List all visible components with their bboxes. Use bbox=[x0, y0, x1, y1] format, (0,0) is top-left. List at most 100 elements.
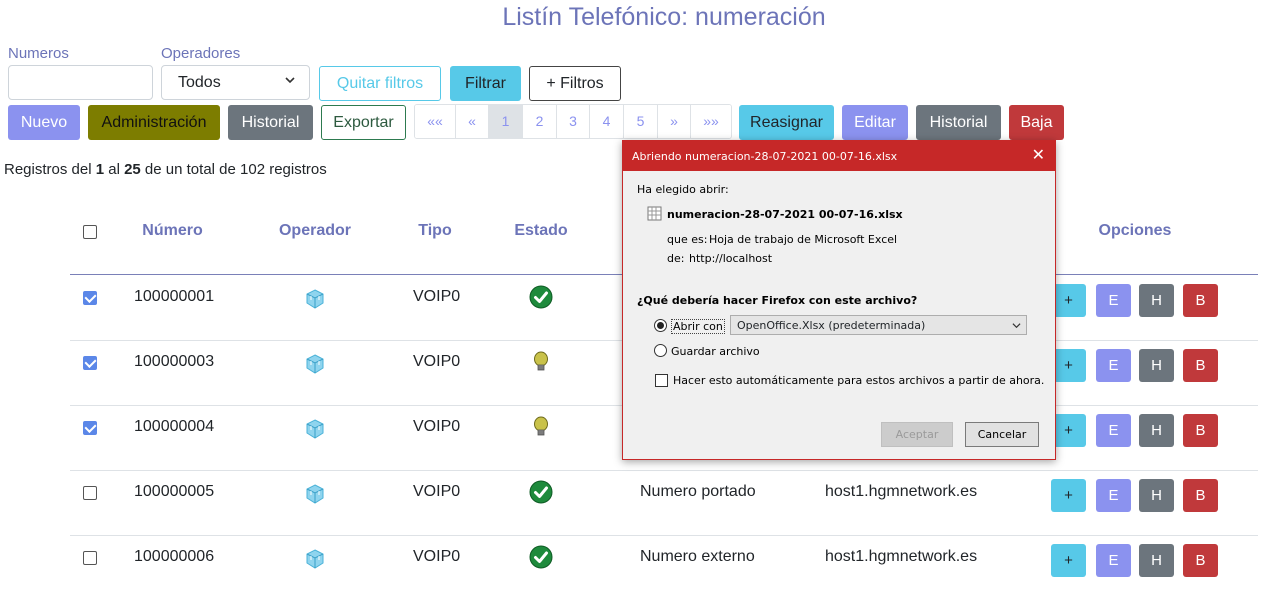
status-pending-bulb-icon bbox=[534, 351, 548, 371]
nuevo-button[interactable]: Nuevo bbox=[8, 105, 80, 140]
page-next[interactable]: » bbox=[658, 105, 691, 138]
header-opciones: Opciones bbox=[1098, 222, 1172, 239]
row-checkbox[interactable] bbox=[83, 356, 97, 370]
page-5[interactable]: 5 bbox=[624, 105, 658, 138]
numeros-input[interactable] bbox=[8, 65, 153, 100]
row-delete-button[interactable]: B bbox=[1183, 479, 1218, 512]
page-first[interactable]: «« bbox=[415, 105, 456, 138]
pagination: «« « 1 2 3 4 5 » »» bbox=[414, 104, 732, 139]
dialog-titlebar: Abriendo numeracion-28-07-2021 00-07-16.… bbox=[623, 141, 1055, 171]
auto-label[interactable]: Hacer esto automáticamente para estos ar… bbox=[673, 374, 1044, 387]
row-add-button[interactable]: + bbox=[1051, 414, 1086, 447]
row-host: host1.hgmnetwork.es bbox=[825, 548, 978, 565]
save-file-radio[interactable] bbox=[654, 344, 667, 357]
filtrar-button[interactable]: Filtrar bbox=[450, 66, 521, 101]
dialog-type-label: que es: bbox=[667, 233, 708, 246]
row-history-button[interactable]: H bbox=[1139, 414, 1174, 447]
row-delete-button[interactable]: B bbox=[1183, 414, 1218, 447]
row-tipo: VOIP0 bbox=[413, 418, 461, 435]
row-tipo: VOIP0 bbox=[413, 548, 461, 565]
row-history-button[interactable]: H bbox=[1139, 479, 1174, 512]
row-checkbox[interactable] bbox=[83, 421, 97, 435]
dialog-type-value: Hoja de trabajo de Microsoft Excel bbox=[709, 233, 898, 246]
reasignar-button[interactable]: Reasignar bbox=[739, 105, 834, 140]
page-4[interactable]: 4 bbox=[590, 105, 624, 138]
row-delete-button[interactable]: B bbox=[1183, 544, 1218, 577]
open-with-select[interactable]: OpenOffice.Xlsx (predeterminada) bbox=[730, 315, 1027, 335]
page-last[interactable]: »» bbox=[691, 105, 731, 138]
spreadsheet-icon bbox=[647, 206, 662, 221]
exportar-button[interactable]: Exportar bbox=[321, 105, 406, 140]
dialog-title: Abriendo numeracion-28-07-2021 00-07-16.… bbox=[632, 150, 898, 163]
select-all-checkbox[interactable] bbox=[83, 225, 97, 239]
operadores-select[interactable]: Todos bbox=[161, 65, 310, 100]
cancel-button[interactable]: Cancelar bbox=[965, 422, 1039, 447]
auto-checkbox[interactable] bbox=[655, 374, 668, 387]
save-file-label[interactable]: Guardar archivo bbox=[671, 345, 760, 358]
page-title: Listín Telefónico: numeración bbox=[502, 3, 826, 31]
operator-cube-icon bbox=[306, 289, 324, 309]
operator-cube-icon bbox=[306, 484, 324, 504]
row-edit-button[interactable]: E bbox=[1096, 479, 1131, 512]
editar-button[interactable]: Editar bbox=[842, 105, 908, 140]
page-prev[interactable]: « bbox=[456, 105, 489, 138]
row-host: host1.hgmnetwork.es bbox=[825, 483, 978, 500]
numeros-label: Numeros bbox=[8, 45, 69, 62]
header-numero[interactable]: Número bbox=[125, 222, 220, 240]
accept-button[interactable]: Aceptar bbox=[881, 422, 953, 447]
dialog-question: ¿Qué debería hacer Firefox con este arch… bbox=[637, 294, 918, 307]
baja-button[interactable]: Baja bbox=[1009, 105, 1064, 140]
row-checkbox[interactable] bbox=[83, 551, 97, 565]
operadores-select-value: Todos bbox=[178, 74, 221, 91]
row-edit-button[interactable]: E bbox=[1096, 349, 1131, 382]
row-numero: 100000001 bbox=[134, 288, 215, 305]
row-history-button[interactable]: H bbox=[1139, 284, 1174, 317]
row-history-button[interactable]: H bbox=[1139, 349, 1174, 382]
operator-cube-icon bbox=[306, 549, 324, 569]
row-tipo: VOIP0 bbox=[413, 353, 461, 370]
status-pending-bulb-icon bbox=[534, 416, 548, 436]
row-divider bbox=[70, 535, 1258, 536]
row-checkbox[interactable] bbox=[83, 486, 97, 500]
row-checkbox[interactable] bbox=[83, 291, 97, 305]
row-edit-button[interactable]: E bbox=[1096, 284, 1131, 317]
row-add-button[interactable]: + bbox=[1051, 349, 1086, 382]
page-2[interactable]: 2 bbox=[523, 105, 557, 138]
operator-cube-icon bbox=[306, 354, 324, 374]
open-with-label[interactable]: Abrir con bbox=[671, 319, 725, 334]
row-descripcion: Numero externo bbox=[640, 548, 755, 565]
row-tipo: VOIP0 bbox=[413, 288, 461, 305]
close-icon[interactable]: ✕ bbox=[1032, 147, 1045, 163]
header-tipo[interactable]: Tipo bbox=[405, 222, 465, 240]
operadores-label: Operadores bbox=[161, 45, 241, 62]
dialog-chosen-label: Ha elegido abrir: bbox=[637, 183, 729, 196]
header-operador[interactable]: Operador bbox=[270, 222, 360, 240]
row-edit-button[interactable]: E bbox=[1096, 414, 1131, 447]
quitar-filtros-button[interactable]: Quitar filtros bbox=[319, 66, 441, 101]
row-add-button[interactable]: + bbox=[1051, 479, 1086, 512]
status-ok-icon bbox=[529, 285, 553, 309]
file-open-dialog: Abriendo numeracion-28-07-2021 00-07-16.… bbox=[622, 140, 1056, 460]
row-delete-button[interactable]: B bbox=[1183, 284, 1218, 317]
row-history-button[interactable]: H bbox=[1139, 544, 1174, 577]
historial-button[interactable]: Historial bbox=[228, 105, 313, 140]
status-ok-icon bbox=[529, 480, 553, 504]
row-add-button[interactable]: + bbox=[1051, 544, 1086, 577]
page-3[interactable]: 3 bbox=[557, 105, 590, 138]
chevron-down-icon bbox=[285, 77, 295, 84]
administracion-button[interactable]: Administración bbox=[88, 105, 220, 140]
row-add-button[interactable]: + bbox=[1051, 284, 1086, 317]
operator-cube-icon bbox=[306, 419, 324, 439]
header-estado[interactable]: Estado bbox=[505, 222, 577, 240]
row-delete-button[interactable]: B bbox=[1183, 349, 1218, 382]
mas-filtros-button[interactable]: + Filtros bbox=[529, 66, 621, 101]
open-with-radio[interactable] bbox=[654, 319, 667, 332]
page-1[interactable]: 1 bbox=[489, 105, 523, 138]
open-with-select-value: OpenOffice.Xlsx (predeterminada) bbox=[737, 319, 926, 332]
row-numero: 100000005 bbox=[134, 483, 215, 500]
historial-selected-button[interactable]: Historial bbox=[916, 105, 1001, 140]
dialog-from-label: de: bbox=[667, 252, 685, 265]
row-edit-button[interactable]: E bbox=[1096, 544, 1131, 577]
row-numero: 100000004 bbox=[134, 418, 215, 435]
row-descripcion: Numero portado bbox=[640, 483, 756, 500]
